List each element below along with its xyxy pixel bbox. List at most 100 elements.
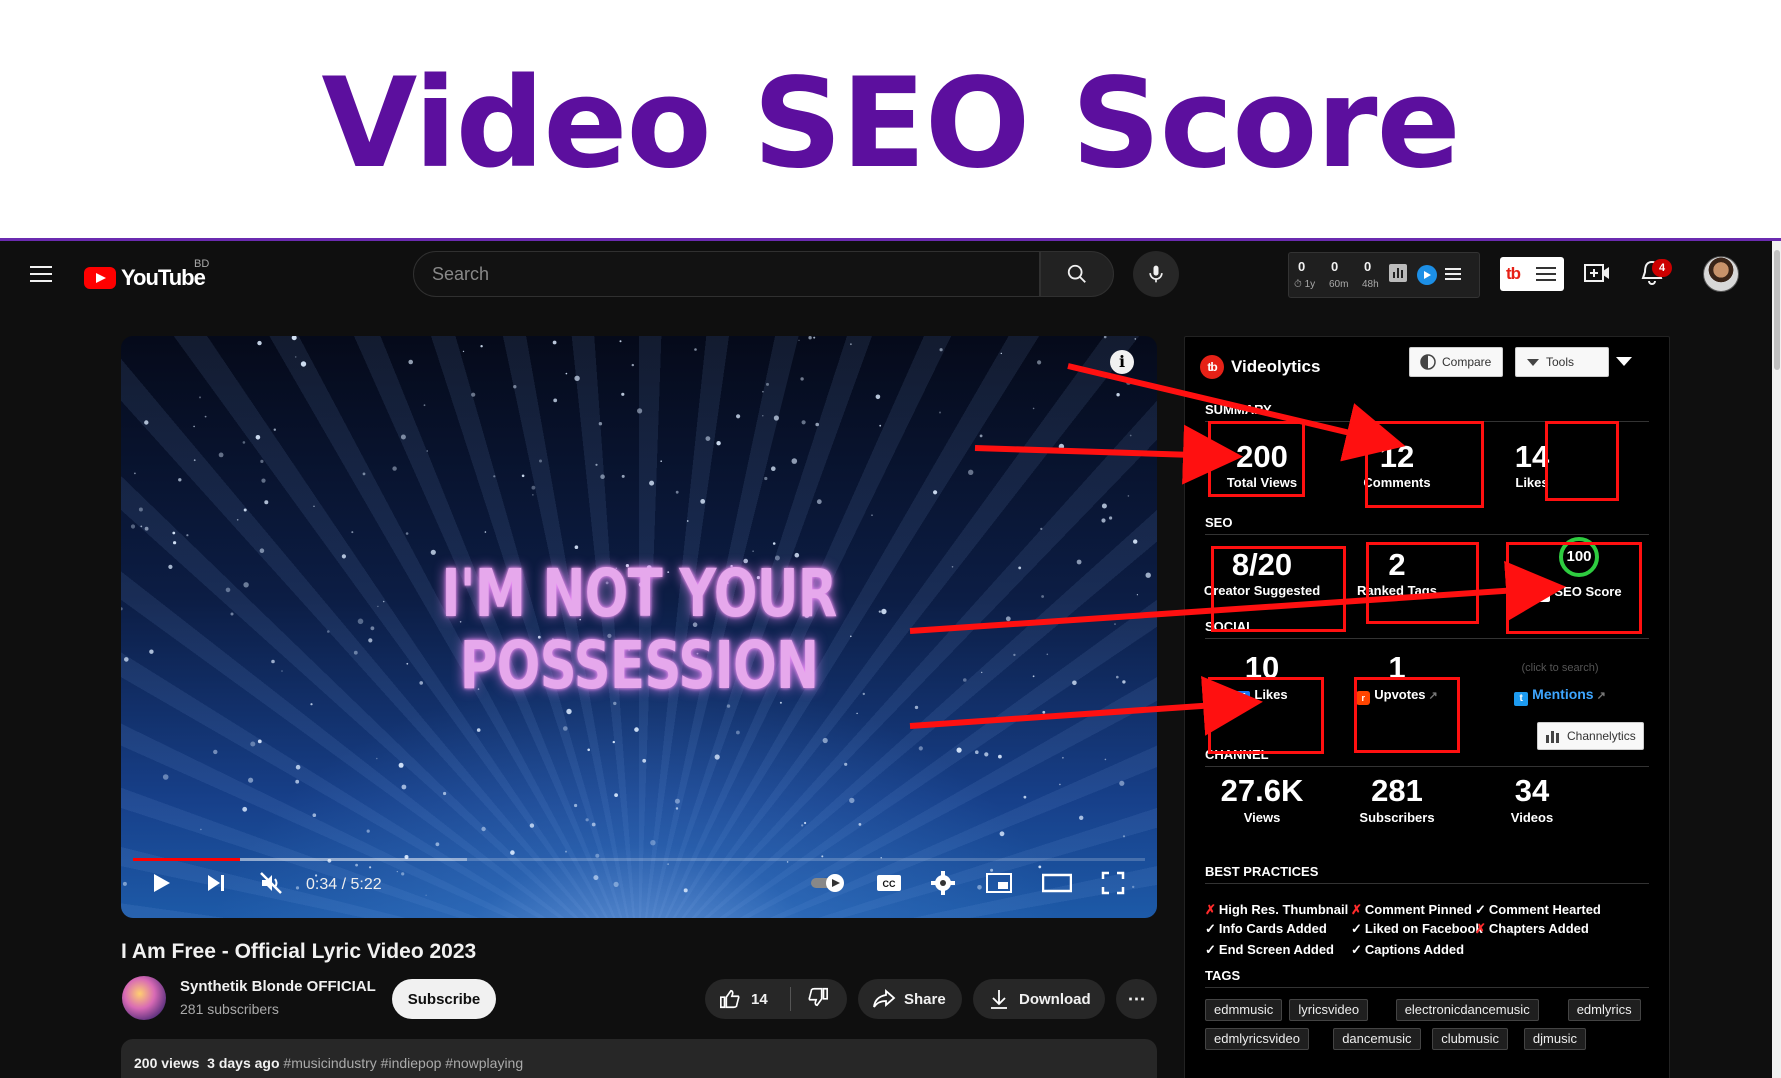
star [773,415,780,421]
share-label: Share [904,990,946,1008]
bar-chart-icon[interactable] [1389,264,1407,282]
mute-icon[interactable] [259,871,285,895]
hashtags[interactable]: #musicindustry #indiepop #nowplaying [283,1055,523,1071]
download-icon [991,990,1007,1009]
tubebuddy-button[interactable]: tb [1500,257,1564,291]
youtube-page: YouTube BD 0 0 0 ⏱ 1y 60m 48h tb [0,241,1772,1078]
star [218,452,224,458]
star [1116,393,1120,397]
star [939,411,941,414]
search-input[interactable] [414,252,1039,296]
check-icon: ✓ [1205,921,1216,936]
subscribe-button[interactable]: Subscribe [392,979,496,1019]
settings-gear-icon[interactable] [931,871,955,895]
search-button[interactable] [1040,251,1114,297]
star [1058,443,1065,450]
star [1072,680,1077,686]
star [700,499,706,504]
channelytics-button[interactable]: Channelytics [1537,722,1644,750]
star [1126,380,1131,385]
counter-1y-label: ⏱ 1y [1294,279,1316,290]
next-icon[interactable] [204,871,228,895]
tag-chip[interactable]: clubmusic [1432,1028,1508,1050]
create-video-icon[interactable] [1584,261,1610,285]
video-player[interactable]: I'M NOT YOUR POSSESSION i 0:34 / 5:22 CC [121,336,1157,918]
star [816,499,822,505]
channel-subscriber-count: 281 subscribers [180,1001,279,1017]
check-icon: ✓ [1351,942,1362,957]
channel-views-value: 27.6K [1220,773,1304,808]
check-icon: ✓ [1205,942,1216,957]
channel-avatar[interactable] [122,976,166,1020]
banner-title: Video SEO Score [321,52,1460,196]
star [804,821,807,825]
realtime-counter-extension[interactable]: 0 0 0 ⏱ 1y 60m 48h [1288,252,1480,298]
counter-1y-value: 0 [1298,259,1306,274]
subtitles-icon[interactable]: CC [876,871,902,895]
list-menu-icon[interactable] [1445,267,1461,281]
miniplayer-icon[interactable] [986,871,1012,895]
youtube-logo[interactable]: YouTube [84,265,206,291]
star [1116,675,1119,679]
tag-chip[interactable]: djmusic [1523,1028,1586,1050]
dislike-button[interactable] [791,986,829,1012]
description-box[interactable]: 200 views 3 days ago #musicindustry #ind… [121,1039,1157,1078]
star [600,474,605,479]
cross-icon: ✗ [1205,902,1216,917]
tags-heading: TAGS [1205,968,1241,983]
star [1101,518,1106,523]
star [200,828,202,831]
star [674,798,680,804]
theater-mode-icon[interactable] [1042,871,1072,895]
star [510,850,515,855]
tools-button[interactable]: Tools [1515,347,1609,377]
info-icon[interactable]: i [1110,350,1134,374]
star [295,886,300,890]
fullscreen-icon[interactable] [1101,871,1125,895]
star [1046,653,1049,656]
tag-chip[interactable]: electronicdancemusic [1395,999,1539,1021]
progress-bar[interactable] [133,858,1145,861]
highlight-total-views [1208,421,1305,497]
star [291,336,297,341]
star [822,737,828,744]
highlight-ranked-tags [1366,542,1479,624]
star [1101,503,1107,509]
scrollbar-thumb[interactable] [1774,250,1780,370]
collapse-caret-icon[interactable] [1616,357,1632,366]
star [273,428,276,431]
star [875,394,881,400]
star [124,657,129,662]
download-button[interactable]: Download [973,979,1105,1019]
like-button[interactable]: 14 [705,988,790,1010]
play-icon[interactable] [149,871,173,895]
highlight-reddit-upvotes [1354,677,1460,753]
star [694,348,697,351]
channel-name[interactable]: Synthetik Blonde OFFICIAL [180,978,376,995]
twitter-mentions-link[interactable]: t Mentions ↗ [1485,686,1635,706]
star [667,863,669,865]
autoplay-toggle[interactable] [809,871,849,895]
tag-chip[interactable]: edmlyrics [1567,999,1641,1021]
share-button[interactable]: Share [858,979,962,1019]
tag-chip[interactable]: edmlyricsvideo [1205,1028,1309,1050]
star [714,754,720,760]
video-title: I Am Free - Official Lyric Video 2023 [121,940,477,963]
menu-icon[interactable] [30,266,52,282]
star [801,420,806,425]
play-badge-icon[interactable] [1417,265,1437,285]
tubebuddy-logo: tb [1506,264,1521,283]
star [243,508,247,512]
star [172,531,176,535]
tag-chip[interactable]: edmmusic [1205,999,1283,1021]
more-actions-button[interactable]: ⋯ [1116,979,1157,1019]
star [539,459,542,463]
compare-button[interactable]: Compare [1409,347,1503,377]
voice-search-button[interactable] [1133,251,1179,297]
star [401,872,405,876]
tag-chip[interactable]: dancemusic [1333,1028,1421,1050]
account-avatar[interactable] [1703,256,1739,292]
best-practice-item: ✗ High Res. Thumbnail [1205,902,1349,917]
tag-chip[interactable]: lyricsvideo [1289,999,1369,1021]
star [1109,516,1113,520]
